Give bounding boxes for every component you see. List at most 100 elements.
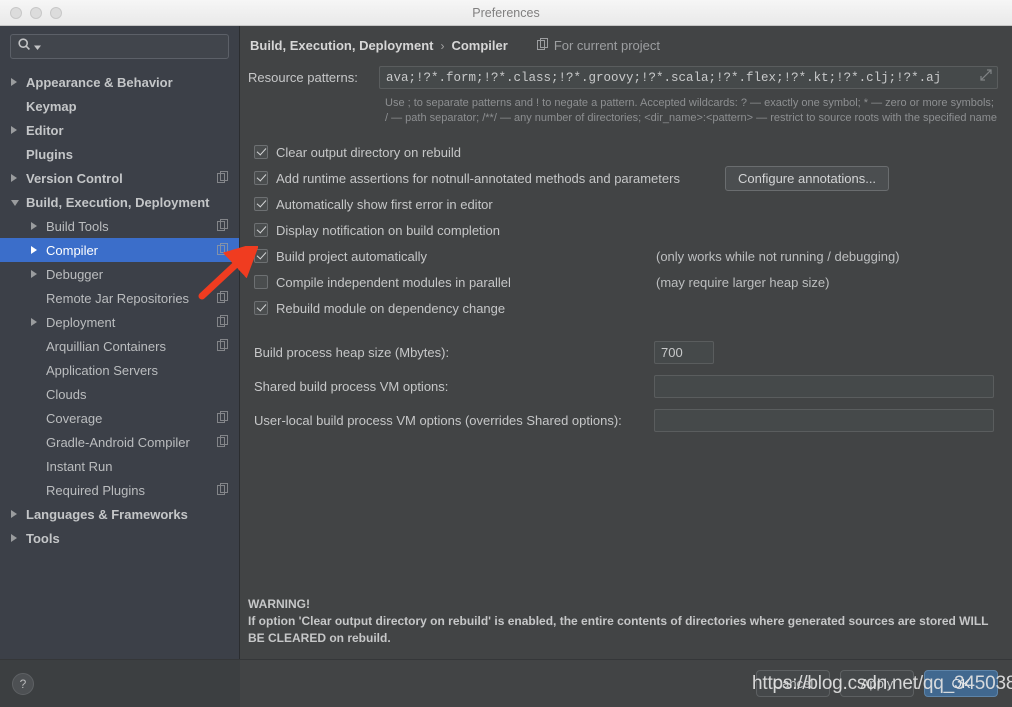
warning-body: If option 'Clear output directory on reb… [248,614,989,645]
checkbox-checked-icon[interactable] [254,145,268,159]
checkbox-label: Automatically show first error in editor [276,196,493,212]
checkbox-checked-icon[interactable] [254,171,268,185]
sidebar-item-label: Editor [26,122,64,138]
resource-patterns-value: ava;!?*.form;!?*.class;!?*.groovy;!?*.sc… [386,70,942,85]
window-body: Appearance & Behavior Keymap Editor Plugins… [0,26,1012,659]
chevron-right-icon [30,318,46,326]
preferences-window: Preferences Appearance & Behavior Keymap… [0,0,1012,707]
sidebar-item-label: Compiler [46,242,99,258]
sidebar-item-version-control[interactable]: Version Control [0,166,239,190]
checkbox-row-display-notification-on-build[interactable]: Display notification on build completion [254,217,998,243]
sidebar-item-remote-jar-repositories[interactable]: Remote Jar Repositories [0,286,239,310]
breadcrumb-leaf: Compiler [451,38,508,53]
sidebar-item-deployment[interactable]: Deployment [0,310,239,334]
sidebar-item-application-servers[interactable]: Application Servers [0,358,239,382]
project-scope-icon [217,218,229,234]
sidebar-item-label: Languages & Frameworks [26,506,188,522]
chevron-right-icon [10,174,26,182]
sidebar-item-gradle-android-compiler[interactable]: Gradle-Android Compiler [0,430,239,454]
sidebar-item-build-tools[interactable]: Build Tools [0,214,239,238]
checkbox-row-automatically-show-first-error[interactable]: Automatically show first error in editor [254,191,998,217]
sidebar-item-label: Debugger [46,266,104,282]
checkbox-label: Add runtime assertions for notnull-annot… [276,170,680,186]
search-icon [17,37,32,57]
checkbox-row-compile-independent-modules-in[interactable]: Compile independent modules in parallel (… [254,269,998,295]
breadcrumb-root[interactable]: Build, Execution, Deployment [250,38,433,53]
field-input-shared-build-process-vm[interactable] [654,374,994,398]
field-input-build-process-heap-size[interactable] [654,340,714,364]
checkbox-checked-icon[interactable] [254,223,268,237]
checkbox-side-note: (may require larger heap size) [656,274,830,290]
chevron-right-icon [10,78,26,86]
project-scope-icon [217,242,229,258]
field-row-build-process-heap-size: Build process heap size (Mbytes): [254,335,998,369]
resource-patterns-field[interactable]: ava;!?*.form;!?*.class;!?*.groovy;!?*.sc… [379,66,998,89]
cancel-button[interactable]: Cancel [756,670,830,697]
sidebar-item-instant-run[interactable]: Instant Run [0,454,239,478]
sidebar-item-editor[interactable]: Editor [0,118,239,142]
sidebar-item-label: Build Tools [46,218,109,234]
dialog-footer: ? Cancel Apply OK [0,659,1012,707]
checkbox-checked-icon[interactable] [254,197,268,211]
sidebar-item-debugger[interactable]: Debugger [0,262,239,286]
checkbox-checked-icon[interactable] [254,249,268,263]
project-scope-icon [217,290,229,306]
settings-detail-pane: Build, Execution, Deployment › Compiler … [240,26,1012,659]
zoom-button[interactable] [50,6,62,19]
sidebar-item-languages-frameworks[interactable]: Languages & Frameworks [0,502,239,526]
sidebar-item-compiler[interactable]: Compiler [0,238,239,262]
chevron-right-icon [10,534,26,542]
sidebar-item-label: Application Servers [46,362,158,378]
resource-patterns-label: Resource patterns: [248,70,358,85]
checkbox-side-note: (only works while not running / debuggin… [656,248,900,264]
checkbox-checked-icon[interactable] [254,301,268,315]
resource-patterns-hint: Use ; to separate patterns and ! to nega… [385,97,998,124]
chevron-down-icon[interactable] [34,38,41,56]
sidebar-item-label: Plugins [26,146,73,162]
chevron-right-icon [30,222,46,230]
search-box[interactable] [10,34,229,59]
search-input[interactable] [43,35,222,58]
help-button[interactable]: ? [12,672,34,695]
sidebar-item-plugins[interactable]: Plugins [0,142,239,166]
chevron-right-icon [30,270,46,278]
sidebar-item-appearance-behavior[interactable]: Appearance & Behavior [0,70,239,94]
warning-block: WARNING! If option 'Clear output directo… [248,596,1008,647]
search-area [0,34,239,67]
footer-sidebar-fill [0,659,240,707]
apply-button[interactable]: Apply [840,670,914,697]
sidebar-item-coverage[interactable]: Coverage [0,406,239,430]
sidebar-item-tools[interactable]: Tools [0,526,239,550]
scope-note-label: For current project [553,38,661,53]
sidebar-item-label: Tools [26,530,60,546]
project-scope-icon [217,170,229,186]
field-label: Build process heap size (Mbytes): [254,344,450,360]
sidebar-item-label: Required Plugins [46,482,146,498]
checkbox-row-build-project-automatically[interactable]: Build project automatically (only works w… [254,243,998,269]
close-button[interactable] [10,6,22,19]
sidebar-item-keymap[interactable]: Keymap [0,94,239,118]
field-input-user-local-build-process[interactable] [654,408,994,432]
sidebar-item-arquillian-containers[interactable]: Arquillian Containers [0,334,239,358]
settings-tree[interactable]: Appearance & Behavior Keymap Editor Plugins… [0,67,239,659]
minimize-button[interactable] [30,6,42,19]
checkbox-row-rebuild-module-on-dependency[interactable]: Rebuild module on dependency change [254,295,998,321]
chevron-right-icon [30,246,46,254]
compiler-options-list: Clear output directory on rebuild Add run… [254,139,998,321]
checkbox-row-add-runtime-assertions-for[interactable]: Add runtime assertions for notnull-annot… [254,165,998,191]
sidebar-item-label: Build, Execution, Deployment [26,194,210,210]
field-label: Shared build process VM options: [254,378,449,394]
sidebar-item-clouds[interactable]: Clouds [0,382,239,406]
checkbox-unchecked-icon[interactable] [254,275,268,289]
sidebar-item-label: Instant Run [46,458,113,474]
checkbox-row-clear-output-directory-on[interactable]: Clear output directory on rebuild [254,139,998,165]
project-scope-icon [217,482,229,498]
configure-annotations-button[interactable]: Configure annotations... [725,166,890,191]
expand-icon[interactable] [979,68,993,87]
traffic-light-group [0,6,62,19]
chevron-down-icon [10,198,26,206]
sidebar-item-required-plugins[interactable]: Required Plugins [0,478,239,502]
ok-button[interactable]: OK [924,670,998,697]
sidebar-item-build-execution-deployment[interactable]: Build, Execution, Deployment [0,190,239,214]
chevron-right-icon [10,510,26,518]
